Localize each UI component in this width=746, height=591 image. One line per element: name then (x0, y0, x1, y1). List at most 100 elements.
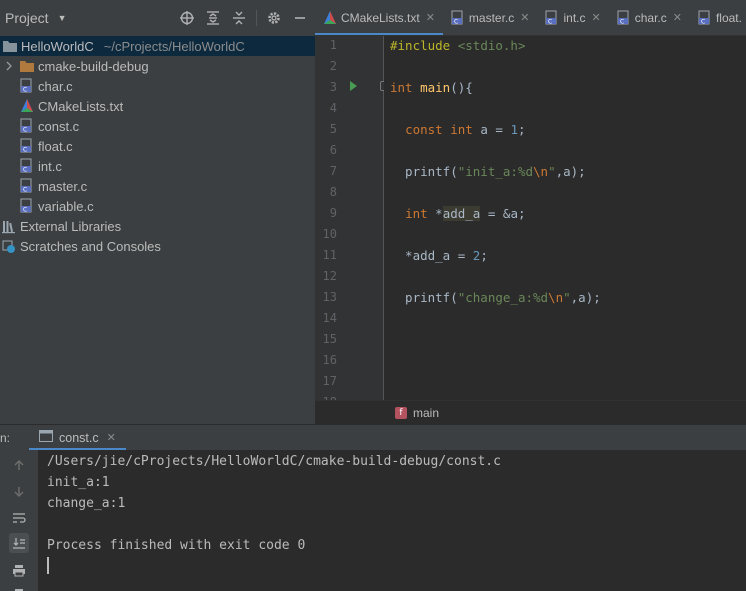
tree-item-label: char.c (38, 78, 73, 94)
tree-item-label: int.c (38, 158, 62, 174)
tab-master-c[interactable]: C master.c ✕ (443, 0, 538, 35)
minimize-icon[interactable] (291, 9, 309, 27)
cmake-icon (323, 10, 337, 26)
close-icon[interactable]: ✕ (426, 11, 435, 24)
tab-float-c[interactable]: C float. (690, 0, 746, 35)
run-gutter-icon[interactable] (350, 81, 357, 91)
close-icon[interactable]: ✕ (673, 11, 682, 24)
close-icon[interactable]: ✕ (520, 11, 529, 24)
svg-text:C: C (548, 18, 552, 25)
c-file-icon: C (545, 10, 559, 26)
c-file-icon: C (20, 78, 34, 94)
scratches-icon (2, 238, 16, 254)
scroll-to-end-icon[interactable] (9, 533, 29, 553)
libraries-icon (2, 218, 16, 234)
function-icon: f (395, 406, 407, 419)
tree-item-scratches[interactable]: Scratches and Consoles (0, 236, 315, 256)
console-icon (39, 430, 53, 445)
tab-run-const-c[interactable]: const.c ✕ (29, 425, 126, 451)
line-number: 12 (322, 269, 337, 283)
chevron-down-icon[interactable]: ▼ (58, 13, 67, 23)
console-line: /Users/jie/cProjects/HelloWorldC/cmake-b… (47, 454, 501, 469)
gear-icon[interactable] (265, 9, 283, 27)
c-file-icon: C (20, 158, 34, 174)
arrow-up-icon[interactable] (9, 455, 29, 475)
line-number: 7 (329, 164, 337, 178)
project-toolbar (170, 9, 309, 27)
line-number: 13 (322, 290, 337, 304)
c-file-icon: C (451, 10, 465, 26)
tab-cmakelists[interactable]: CMakeLists.txt ✕ (315, 0, 443, 35)
line-number: 9 (329, 206, 337, 220)
tab-int-c[interactable]: C int.c ✕ (537, 0, 608, 35)
close-icon[interactable]: ✕ (107, 431, 116, 444)
code-line-9: int *add_a = &a; (405, 206, 526, 221)
c-file-icon: C (20, 198, 34, 214)
folder-icon (20, 58, 34, 74)
trash-icon[interactable] (9, 582, 29, 591)
close-icon[interactable]: ✕ (592, 11, 601, 24)
project-panel: Project ▼ HelloWorldC ~/cProjects/HelloW… (0, 0, 315, 424)
line-number: 4 (329, 101, 337, 115)
code-line-1: #include <stdio.h> (390, 38, 526, 53)
line-number: 5 (329, 122, 337, 136)
run-toolbar (0, 450, 38, 591)
line-number: 8 (329, 185, 337, 199)
tree-item-file[interactable]: C master.c (0, 176, 315, 196)
line-number: 10 (322, 227, 337, 241)
line-number: 16 (322, 353, 337, 367)
run-panel-label: n: (0, 430, 11, 445)
tab-label: float. (715, 10, 742, 25)
tree-item-file[interactable]: C float.c (0, 136, 315, 156)
breadcrumb[interactable]: f main (315, 400, 746, 424)
tree-item-file[interactable]: C int.c (0, 156, 315, 176)
tab-label: CMakeLists.txt (341, 10, 420, 25)
locate-icon[interactable] (178, 9, 196, 27)
run-panel-header: n: const.c ✕ (0, 424, 746, 451)
console-output[interactable]: /Users/jie/cProjects/HelloWorldC/cmake-b… (38, 450, 746, 591)
arrow-down-icon[interactable] (9, 482, 29, 502)
code-line-5: const int a = 1; (405, 122, 526, 137)
tab-label: master.c (468, 10, 515, 25)
text-caret (47, 557, 49, 574)
svg-text:C: C (23, 167, 27, 174)
code-line-7: printf("init_a:%d\n",a); (390, 164, 586, 179)
console-line: Process finished with exit code 0 (47, 538, 306, 553)
code-editor[interactable]: #include <stdio.h> int main(){ const int… (384, 36, 746, 400)
line-number: 2 (329, 59, 337, 73)
chevron-right-icon[interactable] (4, 60, 14, 72)
breadcrumb-label: main (413, 405, 440, 420)
tree-item-file[interactable]: C char.c (0, 76, 315, 96)
line-number: 17 (322, 374, 337, 388)
tab-char-c[interactable]: C char.c ✕ (609, 0, 690, 35)
soft-wrap-icon[interactable] (9, 508, 29, 528)
console-line: change_a:1 (47, 496, 126, 511)
tree-item-external-libraries[interactable]: External Libraries (0, 216, 315, 236)
collapse-all-icon[interactable] (230, 9, 248, 27)
project-view-selector[interactable]: Project (5, 10, 49, 26)
tree-item-label: float.c (38, 138, 73, 154)
tree-item-folder[interactable]: cmake-build-debug (0, 56, 315, 76)
tree-item-label: cmake-build-debug (38, 58, 149, 74)
folder-icon (3, 38, 17, 54)
line-number: 1 (329, 38, 337, 52)
tree-item-file[interactable]: C variable.c (0, 196, 315, 216)
svg-text:C: C (23, 87, 27, 94)
tree-item-label: Scratches and Consoles (20, 238, 161, 254)
line-number: 11 (322, 248, 337, 262)
tree-item-label: const.c (38, 118, 80, 134)
code-line-13: printf("change_a:%d\n",a); (390, 290, 601, 305)
console-line: init_a:1 (47, 475, 110, 490)
line-number: 3 (329, 80, 337, 94)
line-number: 15 (322, 332, 337, 346)
svg-text:C: C (23, 147, 27, 154)
tree-item-root[interactable]: HelloWorldC ~/cProjects/HelloWorldC (0, 36, 315, 56)
tree-item-label: variable.c (38, 198, 94, 214)
project-header: Project ▼ (0, 0, 315, 36)
svg-text:C: C (620, 18, 624, 25)
tree-item-file[interactable]: C const.c (0, 116, 315, 136)
tree-item-file[interactable]: CMakeLists.txt (0, 96, 315, 116)
print-icon[interactable] (9, 560, 29, 580)
cmake-icon (20, 98, 34, 114)
expand-all-icon[interactable] (204, 9, 222, 27)
